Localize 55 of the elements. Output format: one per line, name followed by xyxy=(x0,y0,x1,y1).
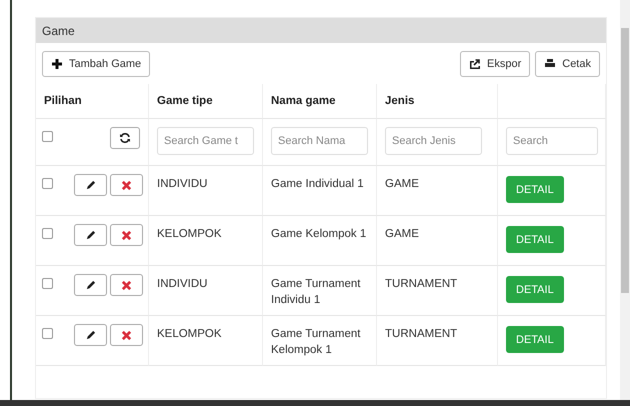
edit-button[interactable] xyxy=(74,324,107,346)
search-field[interactable]: Search Nama xyxy=(271,127,368,155)
refresh-icon xyxy=(119,132,131,144)
pencil-icon xyxy=(85,280,96,290)
search-field[interactable]: Search Game t xyxy=(157,127,254,155)
search-field[interactable]: Search Jenis xyxy=(385,127,482,155)
add-game-button[interactable]: Tambah Game xyxy=(42,51,150,77)
plus-icon xyxy=(51,58,63,70)
table-cell-text: Game Kelompok 1 xyxy=(271,227,366,242)
detail-button[interactable]: DETAIL xyxy=(506,276,564,303)
search-field[interactable]: Search xyxy=(506,127,598,155)
edit-button[interactable] xyxy=(74,174,107,196)
delete-button[interactable] xyxy=(110,274,143,296)
table-cell-text: KELOMPOK xyxy=(157,227,222,242)
checkbox[interactable] xyxy=(42,278,53,289)
delete-button[interactable] xyxy=(110,224,143,246)
table-cell-text: TURNAMENT xyxy=(385,277,458,292)
checkbox[interactable] xyxy=(42,131,53,142)
close-icon xyxy=(121,330,132,340)
checkbox[interactable] xyxy=(42,228,53,239)
column-header: Jenis xyxy=(385,95,414,107)
pencil-icon xyxy=(85,180,96,190)
close-icon xyxy=(121,280,132,290)
delete-button[interactable] xyxy=(110,324,143,346)
export-icon xyxy=(469,58,481,70)
detail-button[interactable]: DETAIL xyxy=(506,176,564,203)
printer-icon xyxy=(544,58,556,70)
table-cell-text: GAME xyxy=(385,177,419,192)
column-header: Pilihan xyxy=(44,95,82,107)
table-cell-text: Game Turnament Kelompok 1 xyxy=(271,327,362,358)
edit-button[interactable] xyxy=(74,224,107,246)
detail-button[interactable]: DETAIL xyxy=(506,226,564,253)
column-header: Game tipe xyxy=(157,95,213,107)
table-cell-text: KELOMPOK xyxy=(157,327,222,342)
refresh-button[interactable] xyxy=(110,127,140,149)
print-button[interactable]: Cetak xyxy=(535,51,600,77)
scrollbar[interactable] xyxy=(620,0,630,400)
table-cell-text: TURNAMENT xyxy=(385,327,458,342)
table-cell-text: GAME xyxy=(385,227,419,242)
delete-button[interactable] xyxy=(110,174,143,196)
checkbox[interactable] xyxy=(42,328,53,339)
edit-button[interactable] xyxy=(74,274,107,296)
close-icon xyxy=(121,230,132,240)
pencil-icon xyxy=(85,230,96,240)
export-button[interactable]: Ekspor xyxy=(460,51,530,77)
table-cell-text: INDIVIDU xyxy=(157,177,208,192)
detail-button[interactable]: DETAIL xyxy=(506,326,564,353)
checkbox[interactable] xyxy=(42,178,53,189)
panel-title: Game xyxy=(42,24,75,38)
column-header: Nama game xyxy=(271,95,336,107)
table-cell-text: Game Individual 1 xyxy=(271,177,364,192)
close-icon xyxy=(121,180,132,190)
table-cell-text: Game Turnament Individu 1 xyxy=(271,277,362,308)
table-cell-text: INDIVIDU xyxy=(157,277,208,292)
pencil-icon xyxy=(85,330,96,340)
